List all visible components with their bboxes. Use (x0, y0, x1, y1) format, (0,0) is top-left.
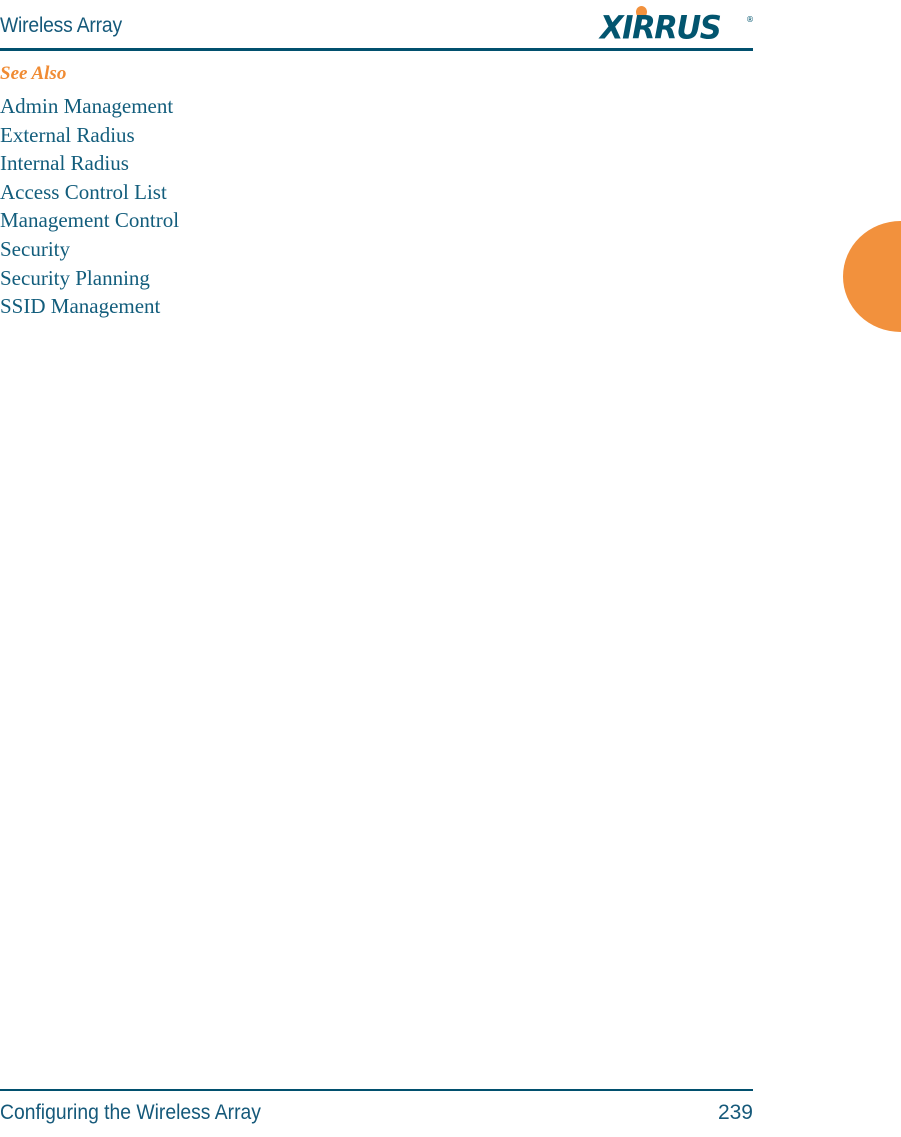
header-divider (0, 48, 753, 51)
list-item[interactable]: Security Planning (0, 264, 790, 293)
list-item[interactable]: Access Control List (0, 178, 790, 207)
page-header-title: Wireless Array (0, 14, 122, 37)
xirrus-logo: XIRRUS ® (600, 6, 755, 47)
footer-divider (0, 1089, 753, 1091)
registered-trademark-icon: ® (746, 15, 754, 24)
document-page: Wireless Array XIRRUS ® See Also Admin M… (0, 0, 901, 1137)
list-item[interactable]: Admin Management (0, 92, 790, 121)
cross-reference-link[interactable]: Internal Radius (0, 151, 129, 175)
footer-page-number: 239 (717, 1101, 753, 1124)
list-item[interactable]: Internal Radius (0, 149, 790, 178)
list-item[interactable]: External Radius (0, 121, 790, 150)
list-item[interactable]: SSID Management (0, 292, 790, 321)
see-also-heading: See Also (0, 63, 67, 84)
cross-reference-link[interactable]: Management Control (0, 208, 179, 232)
page-header: Wireless Array XIRRUS ® (0, 0, 901, 52)
section-thumb-tab (843, 221, 901, 332)
cross-reference-link[interactable]: Admin Management (0, 94, 173, 118)
cross-reference-link[interactable]: Security Planning (0, 266, 150, 290)
logo-wordmark: XIRRUS (600, 9, 722, 47)
list-item[interactable]: Management Control (0, 206, 790, 235)
page-content: See Also Admin Management External Radiu… (0, 62, 790, 321)
cross-reference-link[interactable]: Security (0, 237, 70, 261)
list-item[interactable]: Security (0, 235, 790, 264)
see-also-link-list: Admin Management External Radius Interna… (0, 92, 790, 321)
page-footer: Configuring the Wireless Array 239 (0, 1089, 901, 1137)
cross-reference-link[interactable]: SSID Management (0, 294, 160, 318)
cross-reference-link[interactable]: Access Control List (0, 180, 167, 204)
cross-reference-link[interactable]: External Radius (0, 123, 135, 147)
